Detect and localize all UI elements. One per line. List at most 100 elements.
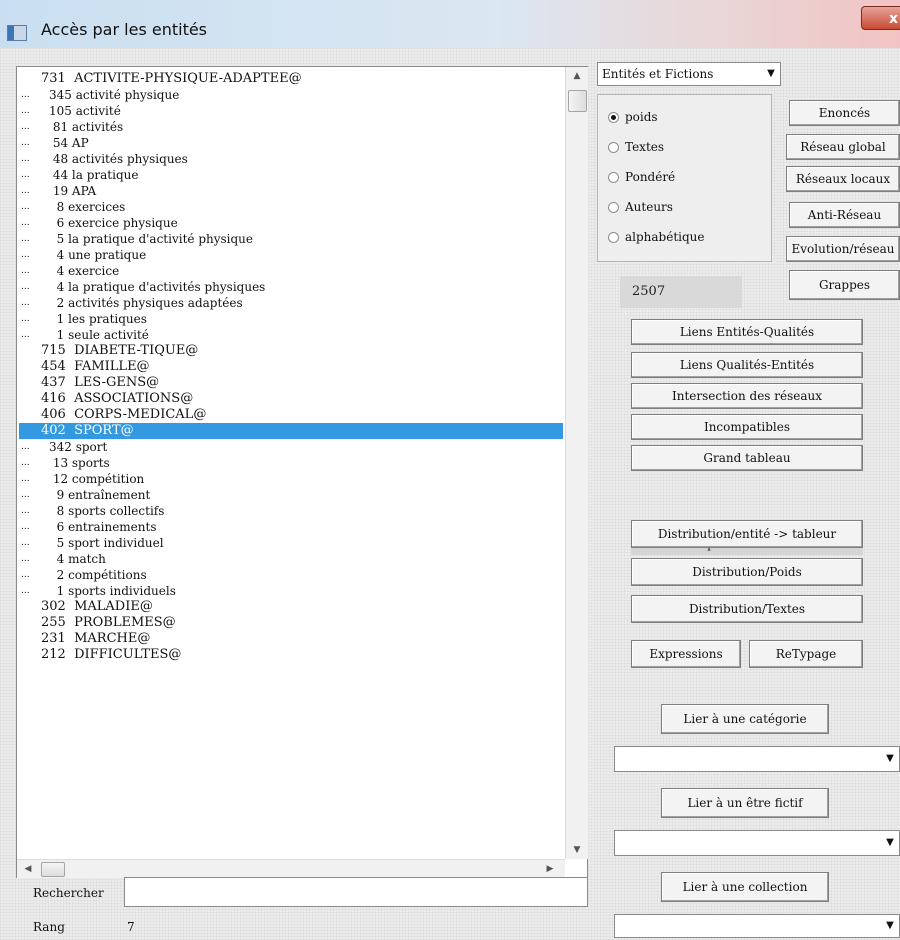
horizontal-scroll-thumb[interactable]: [41, 862, 65, 877]
radio-button-icon[interactable]: [608, 201, 619, 213]
list-item-label: 406 CORPS-MEDICAL@: [41, 407, 207, 422]
rank-label: Rang: [33, 920, 65, 934]
list-item[interactable]: ... 81 activités: [19, 119, 563, 135]
distribution-entite-button[interactable]: Distribution/entité -> tableur: [631, 520, 863, 548]
grappes-button[interactable]: Grappes: [789, 270, 900, 300]
distribution-poids-button[interactable]: Distribution/Poids: [631, 558, 863, 586]
list-item[interactable]: 416 ASSOCIATIONS@: [19, 391, 563, 407]
radio-poids[interactable]: poids: [608, 109, 658, 125]
list-item[interactable]: 731 ACTIVITE-PHYSIQUE-ADAPTEE@: [19, 71, 563, 87]
list-item[interactable]: ... 48 activités physiques: [19, 151, 563, 167]
radio-pondere[interactable]: Pondéré: [608, 169, 675, 185]
list-item[interactable]: ... 4 une pratique: [19, 247, 563, 263]
list-item[interactable]: ... 4 match: [19, 551, 563, 567]
scroll-down-arrow-icon[interactable]: ▼: [566, 841, 588, 859]
list-item[interactable]: ... 1 sports individuels: [19, 583, 563, 599]
chevron-down-icon[interactable]: ▼: [762, 63, 780, 85]
scroll-left-arrow-icon[interactable]: ◀: [19, 860, 37, 878]
search-input[interactable]: [124, 877, 588, 907]
list-item-label: 1 les pratiques: [49, 312, 147, 326]
vertical-scroll-thumb[interactable]: [568, 90, 587, 112]
type-dropdown[interactable]: Entités et Fictions ▼: [597, 62, 781, 86]
list-item[interactable]: ... 6 exercice physique: [19, 215, 563, 231]
lier-etre-fictif-button[interactable]: Lier à un être fictif: [661, 788, 829, 818]
list-item[interactable]: ... 2 compétitions: [19, 567, 563, 583]
chevron-down-icon[interactable]: ▼: [881, 915, 899, 937]
list-item-label: 416 ASSOCIATIONS@: [41, 391, 194, 406]
list-item[interactable]: 402 SPORT@: [19, 423, 563, 439]
list-item[interactable]: 437 LES-GENS@: [19, 375, 563, 391]
list-item[interactable]: 255 PROBLEMES@: [19, 615, 563, 631]
radio-button-icon[interactable]: [608, 171, 619, 183]
intersection-reseaux-button[interactable]: Intersection des réseaux: [631, 383, 863, 409]
reseaux-locaux-button[interactable]: Réseaux locaux: [786, 166, 900, 192]
list-item[interactable]: ... 4 la pratique d'activités physiques: [19, 279, 563, 295]
incompatibles-button[interactable]: Incompatibles: [631, 414, 863, 440]
radio-button-icon[interactable]: [608, 231, 619, 243]
list-item[interactable]: ... 8 sports collectifs: [19, 503, 563, 519]
list-item-label: 4 une pratique: [49, 248, 147, 262]
rank-value: 7: [127, 920, 135, 934]
collection-combo[interactable]: ▼: [614, 914, 900, 938]
list-item[interactable]: 212 DIFFICULTES@: [19, 647, 563, 663]
list-item-label: 19 APA: [49, 184, 97, 198]
chevron-down-icon[interactable]: ▼: [881, 831, 899, 855]
vertical-scrollbar[interactable]: ▲ ▼: [565, 67, 588, 859]
list-item[interactable]: 406 CORPS-MEDICAL@: [19, 407, 563, 423]
list-item-label: 731 ACTIVITE-PHYSIQUE-ADAPTEE@: [41, 71, 302, 86]
liens-qualites-entites-button[interactable]: Liens Qualités-Entités: [631, 352, 863, 378]
list-item[interactable]: 454 FAMILLE@: [19, 359, 563, 375]
list-item[interactable]: ... 342 sport: [19, 439, 563, 455]
list-item[interactable]: 231 MARCHE@: [19, 631, 563, 647]
indent-dots: ...: [21, 186, 30, 196]
radio-button-icon[interactable]: [608, 111, 619, 123]
enonces-button[interactable]: Enoncés: [789, 100, 900, 126]
list-item[interactable]: ... 4 exercice: [19, 263, 563, 279]
categorie-combo[interactable]: ▼: [614, 746, 900, 772]
list-item[interactable]: ... 12 compétition: [19, 471, 563, 487]
indent-dots: ...: [21, 250, 30, 260]
list-item[interactable]: ... 5 sport individuel: [19, 535, 563, 551]
scroll-up-arrow-icon[interactable]: ▲: [566, 67, 588, 85]
scroll-right-arrow-icon[interactable]: ▶: [541, 860, 559, 878]
list-item[interactable]: ... 2 activités physiques adaptées: [19, 295, 563, 311]
list-item[interactable]: ... 1 seule activité: [19, 327, 563, 343]
list-item-label: 212 DIFFICULTES@: [41, 647, 182, 662]
list-item[interactable]: ... 19 APA: [19, 183, 563, 199]
list-item[interactable]: ... 9 entraînement: [19, 487, 563, 503]
lier-categorie-button[interactable]: Lier à une catégorie: [661, 704, 829, 734]
list-item[interactable]: ... 1 les pratiques: [19, 311, 563, 327]
radio-alphabetique[interactable]: alphabétique: [608, 229, 705, 245]
list-item-label: 8 sports collectifs: [49, 504, 165, 518]
indent-dots: ...: [21, 122, 30, 132]
evolution-reseau-button[interactable]: Evolution/réseau: [786, 236, 900, 262]
list-item[interactable]: ... 54 AP: [19, 135, 563, 151]
reseau-global-button[interactable]: Réseau global: [786, 134, 900, 160]
anti-reseau-button[interactable]: Anti-Réseau: [789, 202, 900, 228]
lier-collection-button[interactable]: Lier à une collection: [661, 872, 829, 902]
list-item[interactable]: 302 MALADIE@: [19, 599, 563, 615]
expressions-button[interactable]: Expressions: [631, 640, 741, 668]
horizontal-scrollbar[interactable]: ◀ ▶: [17, 859, 565, 878]
list-item[interactable]: ... 13 sports: [19, 455, 563, 471]
list-item[interactable]: 715 DIABETE-TIQUE@: [19, 343, 563, 359]
radio-auteurs[interactable]: Auteurs: [608, 199, 673, 215]
grand-tableau-button[interactable]: Grand tableau: [631, 445, 863, 471]
close-button[interactable]: x: [861, 6, 900, 30]
list-item[interactable]: ... 6 entrainements: [19, 519, 563, 535]
list-item-label: 54 AP: [49, 136, 89, 150]
list-item[interactable]: ... 345 activité physique: [19, 87, 563, 103]
distribution-textes-button[interactable]: Distribution/Textes: [631, 595, 863, 623]
chevron-down-icon[interactable]: ▼: [881, 747, 899, 771]
liens-entites-qualites-button[interactable]: Liens Entités-Qualités: [631, 319, 863, 345]
list-item[interactable]: ... 105 activité: [19, 103, 563, 119]
retypage-button[interactable]: ReTypage: [749, 640, 863, 668]
list-item[interactable]: ... 8 exercices: [19, 199, 563, 215]
list-item[interactable]: ... 44 la pratique: [19, 167, 563, 183]
radio-button-icon[interactable]: [608, 141, 619, 153]
list-item[interactable]: ... 5 la pratique d'activité physique: [19, 231, 563, 247]
radio-textes[interactable]: Textes: [608, 139, 664, 155]
title-bar: Accès par les entités x: [0, 0, 900, 49]
etre-fictif-combo[interactable]: ▼: [614, 830, 900, 856]
entity-list[interactable]: 731 ACTIVITE-PHYSIQUE-ADAPTEE@... 345 act…: [19, 71, 563, 861]
